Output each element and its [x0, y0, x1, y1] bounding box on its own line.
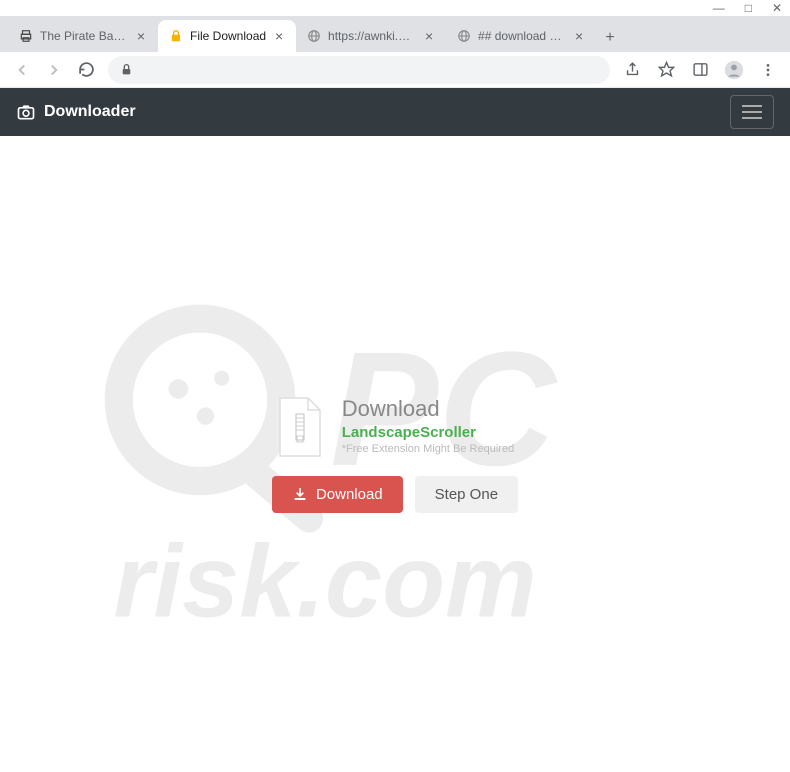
forward-button[interactable]	[40, 56, 68, 84]
menu-icon[interactable]	[754, 56, 782, 84]
lock-icon	[120, 63, 133, 76]
download-button-label: Download	[316, 486, 383, 503]
page-content: PC risk.com Download LandscapeScroller *…	[0, 136, 790, 772]
url-bar[interactable]	[108, 56, 610, 84]
globe-icon	[306, 28, 322, 44]
reload-button[interactable]	[72, 56, 100, 84]
tab-title: The Pirate Bay - The ga...	[40, 29, 128, 43]
window-controls: — □ ✕	[0, 0, 790, 16]
page-navbar: Downloader	[0, 88, 790, 136]
tab-awnki[interactable]: https://awnki.ofchildr.b... ×	[296, 20, 446, 52]
download-button[interactable]: Download	[272, 476, 403, 513]
close-icon[interactable]: ×	[422, 29, 436, 43]
side-panel-icon[interactable]	[686, 56, 714, 84]
close-icon[interactable]: ×	[272, 29, 286, 43]
brand-text: Downloader	[44, 103, 136, 121]
close-button[interactable]: ✕	[772, 1, 782, 15]
bookmark-icon[interactable]	[652, 56, 680, 84]
share-icon[interactable]	[618, 56, 646, 84]
lock-icon	[168, 28, 184, 44]
tab-bar: The Pirate Bay - The ga... × File Downlo…	[0, 16, 790, 52]
minimize-button[interactable]: —	[713, 1, 725, 15]
profile-icon[interactable]	[720, 56, 748, 84]
tab-title: File Download	[190, 29, 266, 43]
tab-download-page[interactable]: ## download page ## ×	[446, 20, 596, 52]
download-heading: Download	[342, 396, 514, 422]
new-tab-button[interactable]: +	[596, 24, 624, 52]
download-note: *Free Extension Might Be Required	[342, 443, 514, 455]
printer-icon	[18, 28, 34, 44]
address-bar	[0, 52, 790, 88]
extension-name: LandscapeScroller	[342, 424, 514, 441]
tab-file-download[interactable]: File Download ×	[158, 20, 296, 52]
download-card: Download LandscapeScroller *Free Extensi…	[272, 396, 518, 513]
svg-text:risk.com: risk.com	[113, 523, 536, 638]
step-one-button[interactable]: Step One	[415, 476, 518, 513]
camera-icon	[16, 102, 36, 122]
maximize-button[interactable]: □	[745, 1, 752, 15]
hamburger-button[interactable]	[730, 95, 774, 129]
tab-title: ## download page ##	[478, 29, 566, 43]
close-icon[interactable]: ×	[572, 29, 586, 43]
close-icon[interactable]: ×	[134, 29, 148, 43]
tab-pirate-bay[interactable]: The Pirate Bay - The ga... ×	[8, 20, 158, 52]
brand: Downloader	[16, 102, 136, 122]
file-icon	[276, 396, 324, 458]
tab-title: https://awnki.ofchildr.b...	[328, 29, 416, 43]
globe-icon	[456, 28, 472, 44]
download-icon	[292, 486, 308, 502]
back-button[interactable]	[8, 56, 36, 84]
step-button-label: Step One	[435, 486, 498, 503]
